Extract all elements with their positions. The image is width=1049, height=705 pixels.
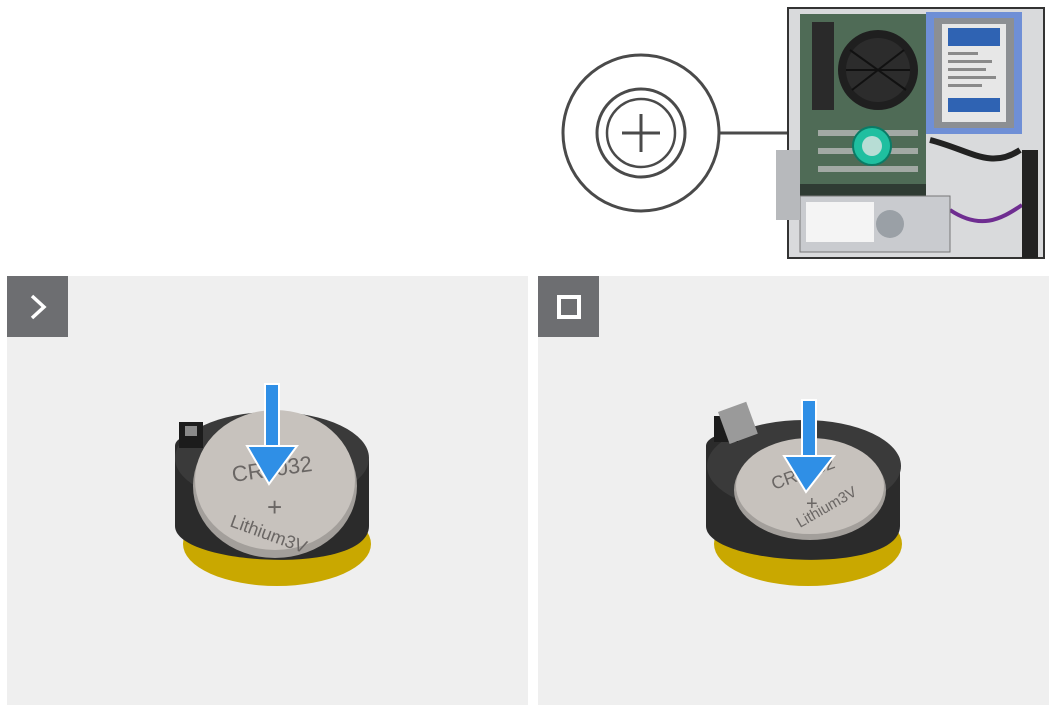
overview-illustration <box>561 7 1045 259</box>
step-panel-1: CR2032 + Lithium3V <box>7 276 528 705</box>
battery-insert-illustration: CR2032 + Lithium3V <box>175 383 371 586</box>
computer-chassis <box>776 7 1045 259</box>
system-overview <box>0 0 1049 265</box>
battery-polarity-text: + <box>267 492 282 522</box>
battery-seated-illustration: CR2032 + Lithium3V <box>706 399 902 586</box>
step-panel-2: CR2032 + Lithium3V <box>538 276 1049 705</box>
